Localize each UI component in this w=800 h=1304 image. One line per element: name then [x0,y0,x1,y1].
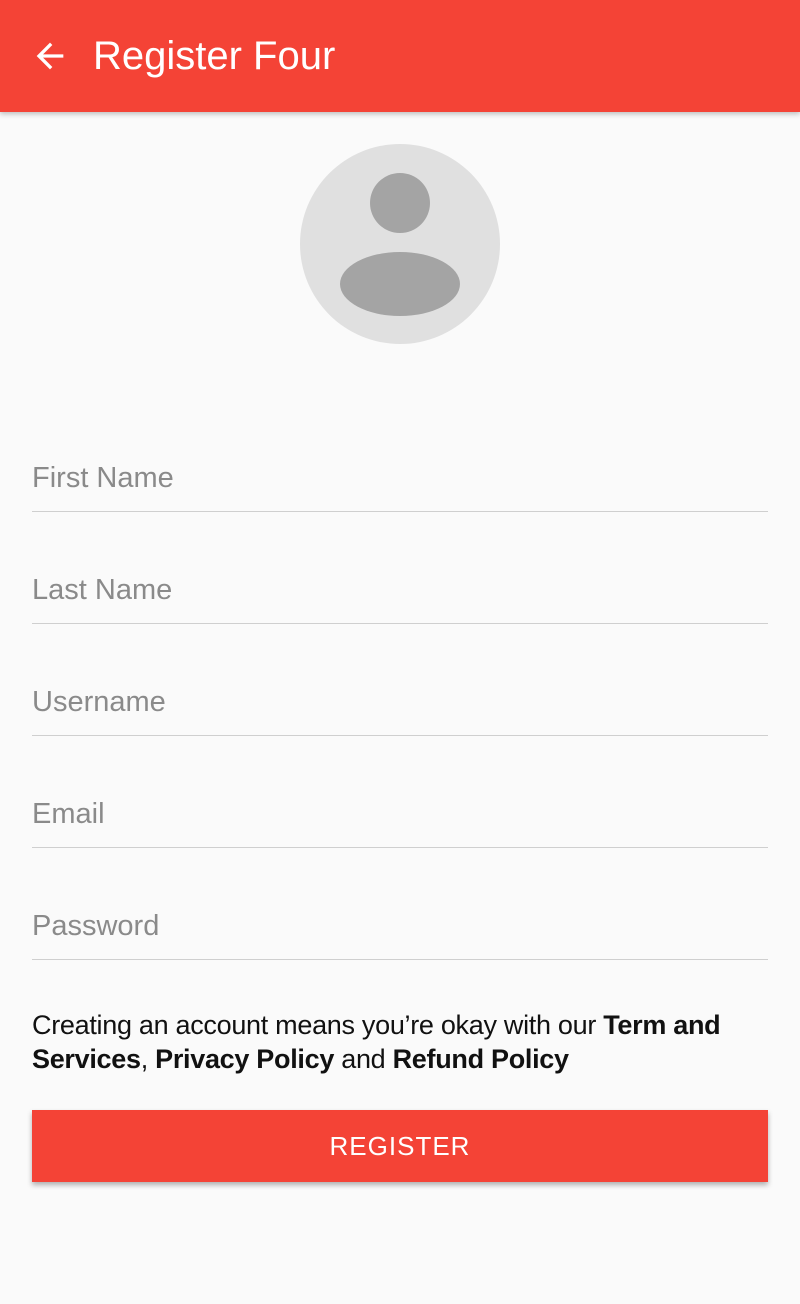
first-name-input[interactable] [32,432,768,512]
terms-text: Creating an account means you’re okay wi… [32,1010,721,1074]
register-button[interactable]: REGISTER [32,1110,768,1182]
back-button[interactable] [30,36,70,76]
password-input[interactable] [32,880,768,960]
privacy-policy-link[interactable]: Privacy Policy [155,1044,334,1074]
app-bar: Register Four [0,0,800,112]
page-title: Register Four [93,34,336,78]
refund-policy-link[interactable]: Refund Policy [393,1044,569,1074]
arrow-back-icon [36,42,64,70]
email-input[interactable] [32,768,768,848]
last-name-input[interactable] [32,544,768,624]
username-input[interactable] [32,656,768,736]
avatar[interactable] [300,144,500,344]
